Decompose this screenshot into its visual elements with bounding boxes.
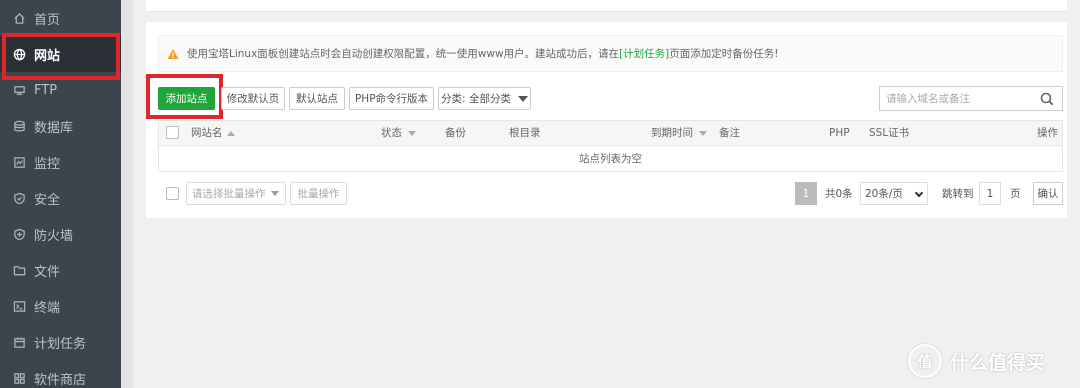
batch-operation-button[interactable]: 批量操作: [290, 182, 347, 205]
notice-text-tail: 页面添加定时备份任务!: [669, 48, 779, 60]
total-count: 共0条: [825, 188, 853, 200]
search-input[interactable]: [886, 88, 1036, 109]
jump-page-input[interactable]: 1: [979, 182, 1001, 205]
sidebar-item-monitor[interactable]: 监控: [0, 144, 121, 180]
batch-operation-select[interactable]: 请选择批量操作: [186, 182, 286, 205]
caret-down-icon: [271, 191, 279, 196]
caret-down-icon: [517, 95, 528, 102]
column-remark: 备注: [719, 127, 740, 139]
cron-link[interactable]: [计划任务]: [619, 46, 669, 61]
sidebar-item-label: 首页: [34, 12, 61, 28]
page-unit-label: 页: [1010, 188, 1021, 200]
sidebar-item-firewall[interactable]: 防火墙: [0, 216, 121, 252]
table-header: 网站名 状态 备份 根目录 到期时间 备注 PHP SSL证书 操作: [159, 121, 1062, 146]
column-actions: 操作: [1037, 127, 1058, 139]
column-ssl: SSL证书: [869, 127, 910, 139]
sidebar: 首页 网站 FTP 数据库 监控 安全 防火墙 文件 终端 计划任务 软件商店: [0, 0, 121, 388]
sidebar-scrollbar[interactable]: [121, 0, 133, 388]
sidebar-item-home[interactable]: 首页: [0, 0, 121, 36]
site-table: 网站名 状态 备份 根目录 到期时间 备注 PHP SSL证书 操作 站点列表为…: [158, 120, 1063, 172]
sidebar-item-label: 计划任务: [34, 336, 87, 352]
shield-icon: [12, 191, 26, 205]
sidebar-item-label: 软件商店: [34, 372, 87, 388]
category-filter-label: 分类: 全部分类: [441, 93, 511, 105]
sidebar-item-database[interactable]: 数据库: [0, 108, 121, 144]
warning-icon: [167, 48, 179, 60]
sidebar-item-files[interactable]: 文件: [0, 252, 121, 288]
monitor-icon: [12, 155, 26, 169]
search-box: [879, 86, 1063, 111]
add-site-highlight-box: [146, 74, 223, 119]
terminal-icon: [12, 299, 26, 313]
calendar-icon: [12, 335, 26, 349]
website-highlight-box: [2, 33, 120, 80]
sidebar-item-label: 终端: [34, 300, 61, 316]
column-root-dir: 根目录: [509, 127, 541, 139]
footer-select-all-checkbox[interactable]: [166, 187, 179, 200]
sort-desc-icon: [699, 131, 707, 136]
edit-default-page-button[interactable]: 修改默认页: [221, 87, 285, 110]
sidebar-item-label: 文件: [34, 264, 61, 280]
notice-bar: 使用宝塔Linux面板创建站点时会自动创建权限配置，统一使用www用户。建站成功…: [158, 35, 1063, 72]
column-backup: 备份: [445, 127, 466, 139]
confirm-jump-button[interactable]: 确认: [1033, 182, 1063, 205]
column-status[interactable]: 状态: [381, 121, 416, 146]
per-page-value: 20条/页: [865, 188, 903, 200]
store-icon: [12, 371, 26, 385]
folder-icon: [12, 263, 26, 277]
home-icon: [12, 11, 26, 25]
category-filter-select[interactable]: 分类: 全部分类: [438, 87, 531, 110]
empty-list-message: 站点列表为空: [579, 153, 642, 165]
sidebar-item-label: 监控: [34, 156, 61, 172]
top-panel-edge: [146, 0, 1067, 12]
watermark-logo: 值: [908, 344, 942, 378]
chevron-down-icon: [914, 188, 924, 198]
default-site-button[interactable]: 默认站点: [289, 87, 345, 110]
sidebar-item-label: 防火墙: [34, 228, 74, 244]
sidebar-item-cron[interactable]: 计划任务: [0, 324, 121, 360]
sidebar-item-label: 数据库: [34, 120, 74, 136]
per-page-select[interactable]: 20条/页: [860, 182, 928, 205]
sort-desc-icon: [408, 131, 416, 136]
sidebar-item-label: 安全: [34, 192, 61, 208]
column-expire-date[interactable]: 到期时间: [651, 121, 707, 146]
sidebar-item-security[interactable]: 安全: [0, 180, 121, 216]
firewall-icon: [12, 227, 26, 241]
database-icon: [12, 119, 26, 133]
sidebar-item-terminal[interactable]: 终端: [0, 288, 121, 324]
sidebar-item-store[interactable]: 软件商店: [0, 360, 121, 388]
notice-text: 使用宝塔Linux面板创建站点时会自动创建权限配置，统一使用www用户。建站成功…: [187, 48, 620, 60]
select-all-checkbox[interactable]: [166, 126, 179, 139]
column-php: PHP: [829, 127, 850, 139]
sort-asc-icon: [226, 131, 235, 136]
ftp-icon: [12, 83, 26, 97]
watermark-text: 什么值得买: [950, 351, 1046, 374]
site-list-panel: 使用宝塔Linux面板创建站点时会自动创建权限配置，统一使用www用户。建站成功…: [146, 22, 1067, 218]
search-icon[interactable]: [1040, 92, 1054, 106]
page-number-current[interactable]: 1: [795, 182, 817, 205]
watermark: 值 什么值得买: [908, 343, 1045, 379]
sidebar-item-label: FTP: [34, 82, 58, 98]
php-cli-version-button[interactable]: PHP命令行版本: [349, 87, 434, 110]
column-site-name[interactable]: 网站名: [191, 121, 235, 146]
batch-operation-placeholder: 请选择批量操作: [192, 188, 266, 200]
jump-label: 跳转到: [942, 188, 974, 200]
